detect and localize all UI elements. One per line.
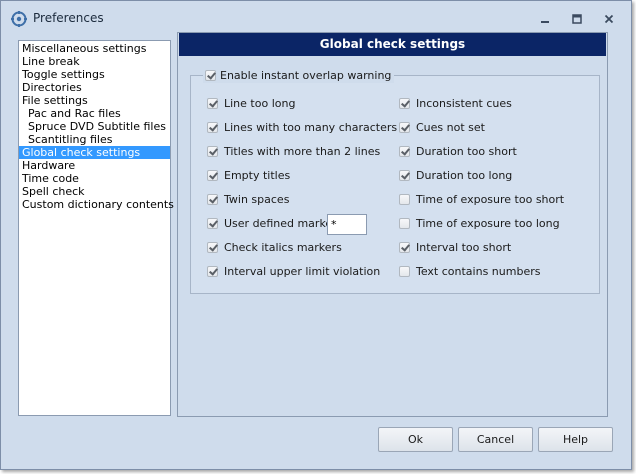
nav-item[interactable]: Line break [19, 55, 170, 68]
check-option-checkbox[interactable] [207, 265, 218, 277]
check-option-row[interactable]: Twin spaces [207, 191, 289, 207]
app-icon [11, 11, 27, 27]
check-option-label: Time of exposure too long [416, 216, 560, 230]
settings-category-list[interactable]: Miscellaneous settings Line break Toggle s… [18, 40, 174, 416]
check-option-row[interactable]: Check italics markers [207, 239, 342, 255]
nav-item[interactable]: Scantitling files [19, 133, 170, 146]
nav-item[interactable]: Spruce DVD Subtitle files [19, 120, 170, 133]
check-option-row[interactable]: Duration too long [399, 167, 512, 183]
check-option-checkbox[interactable] [399, 169, 410, 181]
check-option-checkbox[interactable] [207, 145, 218, 157]
overlap-warning-checkbox[interactable] [205, 69, 216, 81]
nav-item[interactable]: Miscellaneous settings [19, 42, 170, 55]
check-option-checkbox[interactable] [207, 193, 218, 205]
minimize-button[interactable] [534, 10, 556, 28]
check-option-checkbox[interactable] [399, 193, 410, 205]
check-option-label: Interval too short [416, 240, 512, 254]
check-option-checkbox[interactable] [399, 217, 410, 229]
check-option-row[interactable]: Cues not set [399, 119, 485, 135]
nav-item[interactable]: Hardware [19, 159, 170, 172]
nav-item[interactable]: File settings [19, 94, 170, 107]
nav-item[interactable]: Toggle settings [19, 68, 170, 81]
check-option-row[interactable]: Time of exposure too long [399, 215, 560, 231]
check-option-label: Time of exposure too short [416, 192, 565, 206]
cancel-button[interactable]: Cancel [458, 427, 533, 452]
check-option-checkbox[interactable] [399, 121, 410, 133]
check-option-row[interactable]: Inconsistent cues [399, 95, 512, 111]
nav-item[interactable]: Spell check [19, 185, 170, 198]
window-title: Preferences [33, 11, 104, 25]
preferences-window: Preferences Miscellaneous settings Line b… [0, 0, 632, 470]
check-option-row[interactable]: Text contains numbers [399, 263, 540, 279]
check-option-row[interactable]: Lines with too many characters [207, 119, 397, 135]
overlap-warning-checkbox-row[interactable]: Enable instant overlap warning [203, 67, 395, 83]
check-option-label: Twin spaces [224, 192, 290, 206]
check-option-checkbox[interactable] [399, 97, 410, 109]
check-option-label: Empty titles [224, 168, 291, 182]
check-option-row[interactable]: Interval upper limit violation [207, 263, 380, 279]
overlap-warning-label: Enable instant overlap warning [220, 68, 392, 82]
check-option-checkbox[interactable] [207, 97, 218, 109]
check-option-label: Line too long [224, 96, 296, 110]
check-option-checkbox[interactable] [399, 241, 410, 253]
check-option-row[interactable]: Empty titles [207, 167, 290, 183]
check-option-row[interactable]: Interval too short [399, 239, 511, 255]
nav-item[interactable]: Pac and Rac files [19, 107, 170, 120]
nav-item[interactable]: Time code [19, 172, 170, 185]
check-option-checkbox[interactable] [207, 217, 218, 229]
check-option-checkbox[interactable] [399, 145, 410, 157]
check-option-checkbox[interactable] [207, 241, 218, 253]
nav-item[interactable]: Directories [19, 81, 170, 94]
panel-header: Global check settings [179, 33, 606, 56]
check-option-label: Duration too long [416, 168, 513, 182]
check-option-label: User defined marke [224, 216, 333, 230]
check-option-row[interactable]: Titles with more than 2 lines [207, 143, 380, 159]
check-option-label: Check italics markers [224, 240, 342, 254]
nav-item[interactable]: Global check settings [19, 146, 170, 159]
check-option-label: Titles with more than 2 lines [224, 144, 381, 158]
check-option-checkbox[interactable] [207, 121, 218, 133]
title-bar[interactable]: Preferences [1, 1, 631, 35]
close-button[interactable] [598, 10, 620, 28]
nav-item[interactable]: Custom dictionary contents [19, 198, 174, 211]
check-option-label: Lines with too many characters [224, 120, 398, 134]
maximize-button[interactable] [566, 10, 588, 28]
check-option-row[interactable]: Line too long [207, 95, 295, 111]
check-option-label: Inconsistent cues [416, 96, 512, 110]
check-option-row[interactable]: User defined marke [207, 215, 332, 231]
check-option-label: Duration too short [416, 144, 517, 158]
check-option-label: Text contains numbers [416, 264, 541, 278]
help-button[interactable]: Help [538, 427, 613, 452]
user-defined-marker-input[interactable] [327, 214, 367, 235]
check-option-checkbox[interactable] [207, 169, 218, 181]
check-option-label: Interval upper limit violation [224, 264, 381, 278]
check-option-label: Cues not set [416, 120, 485, 134]
check-option-row[interactable]: Time of exposure too short [399, 191, 564, 207]
check-option-checkbox[interactable] [399, 265, 410, 277]
ok-button[interactable]: Ok [378, 427, 453, 452]
check-option-row[interactable]: Duration too short [399, 143, 517, 159]
